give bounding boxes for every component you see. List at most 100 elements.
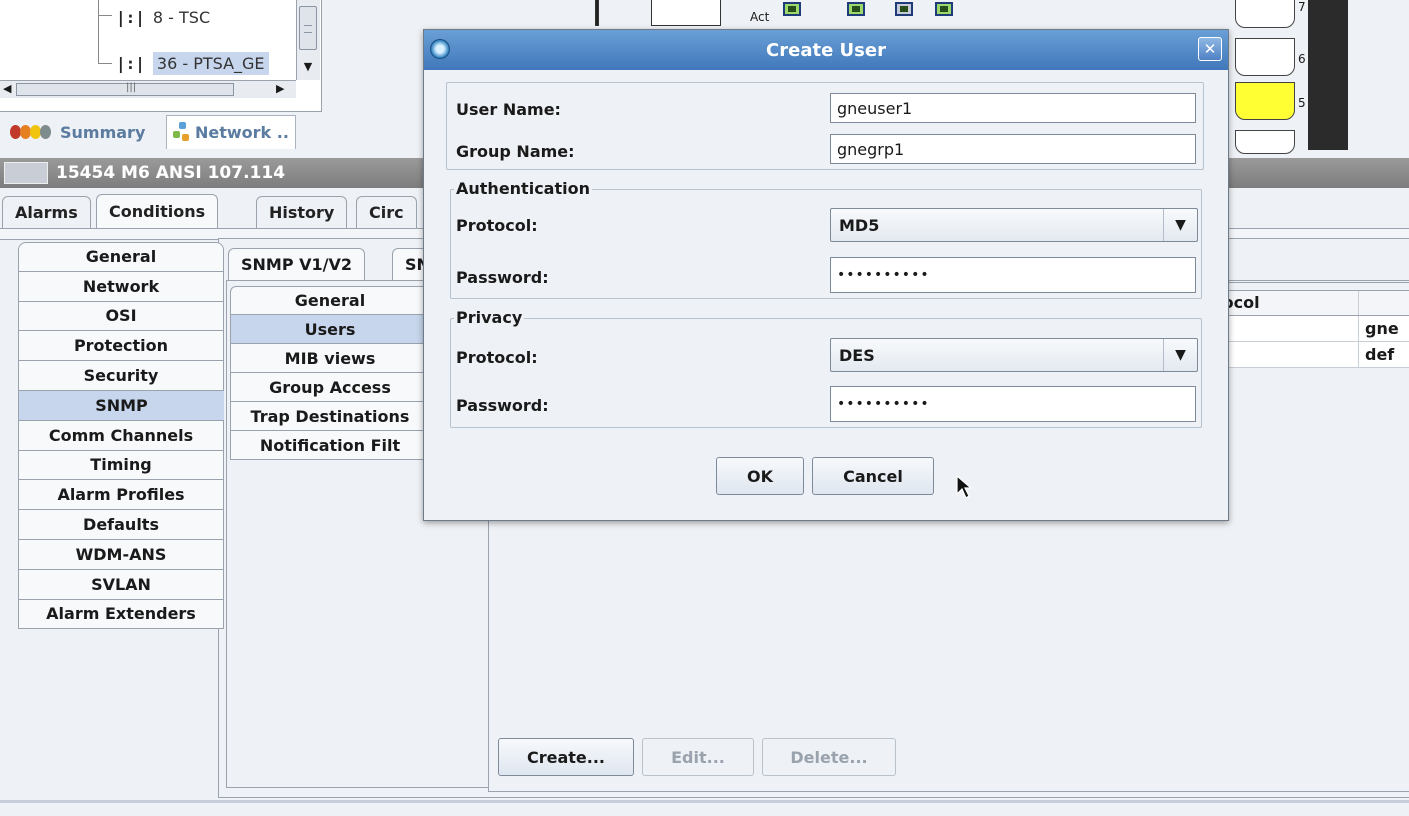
scroll-right-arrow-icon[interactable]: ▶ <box>276 82 284 95</box>
rack-port-number: 5 <box>1298 96 1306 110</box>
column-header[interactable] <box>1359 291 1371 315</box>
dialog-title-bar[interactable]: Create User ✕ <box>424 30 1228 70</box>
delete-button[interactable]: Delete... <box>762 738 896 776</box>
tab-network-label: Network .. <box>195 123 289 142</box>
authentication-legend: Authentication <box>454 179 592 198</box>
edit-button[interactable]: Edit... <box>642 738 754 776</box>
tab-history[interactable]: History <box>256 196 348 228</box>
prov-tab-comm-channels[interactable]: Comm Channels <box>18 420 224 451</box>
tree-connector <box>98 16 112 64</box>
tab-alarms[interactable]: Alarms <box>2 196 91 228</box>
tree-connector <box>98 0 112 16</box>
rack-port[interactable] <box>1235 38 1295 76</box>
users-table: tocol gne def <box>1208 290 1409 368</box>
alarm-summary-icon <box>10 125 54 139</box>
sub-tab-mib-views[interactable]: MIB views <box>230 344 430 373</box>
tree-item-label: 36 - PTSA_GE <box>152 51 269 75</box>
rack-side <box>1308 0 1348 150</box>
ok-button[interactable]: OK <box>716 457 804 495</box>
sub-tab-trap-destinations[interactable]: Trap Destinations <box>230 402 430 431</box>
priv-password-field[interactable]: •••••••••• <box>830 386 1196 422</box>
prov-tab-wdm-ans[interactable]: WDM-ANS <box>18 539 224 570</box>
node-tree-panel: |:| 8 - TSC |:| 36 - PTSA_GE ▼ ◀ ||| ▶ <box>0 0 322 112</box>
auth-protocol-select[interactable]: MD5 ▼ <box>830 208 1198 242</box>
prov-tab-svlan[interactable]: SVLAN <box>18 569 224 600</box>
prov-tab-alarm-extenders[interactable]: Alarm Extenders <box>18 599 224 630</box>
network-icon <box>173 121 191 144</box>
table-cell: def <box>1365 345 1395 364</box>
tree-vertical-scrollbar[interactable]: ▼ <box>296 0 320 80</box>
sub-tab-general[interactable]: General <box>230 286 430 315</box>
shelf-slot[interactable] <box>651 0 721 26</box>
prov-tab-security[interactable]: Security <box>18 361 224 391</box>
led-icon <box>895 2 913 16</box>
led-icon <box>783 2 801 16</box>
dialog-title: Create User <box>766 39 886 61</box>
shelf-divider <box>595 0 599 26</box>
prov-tab-snmp[interactable]: SNMP <box>18 390 224 421</box>
prov-tab-network[interactable]: Network <box>18 271 224 302</box>
table-row[interactable]: gne <box>1208 316 1409 342</box>
tab-summary[interactable]: Summary <box>10 115 145 149</box>
scroll-left-arrow-icon[interactable]: ◀ <box>3 82 11 95</box>
led-icon <box>847 2 865 16</box>
tree-item-8-tsc[interactable]: |:| 8 - TSC <box>116 0 210 34</box>
table-row[interactable]: def <box>1208 342 1409 368</box>
auth-password-field[interactable]: •••••••••• <box>830 257 1196 293</box>
prov-tab-protection[interactable]: Protection <box>18 331 224 362</box>
rack-port-number: 6 <box>1298 52 1306 66</box>
priv-protocol-select[interactable]: DES ▼ <box>830 338 1198 372</box>
group-name-label: Group Name: <box>456 142 575 161</box>
chevron-down-icon[interactable]: ▼ <box>1163 339 1197 371</box>
scroll-grip-icon: ||| <box>126 82 137 93</box>
close-icon[interactable]: ✕ <box>1198 37 1222 61</box>
rack-ports[interactable]: 7 6 5 <box>1225 0 1348 158</box>
sub-tab-notification-filters[interactable]: Notification Filt <box>230 431 430 460</box>
mouse-cursor-icon <box>956 474 973 499</box>
rack-port-selected[interactable] <box>1235 82 1295 120</box>
shelf-view[interactable]: Act <box>585 0 1245 30</box>
auth-protocol-value: MD5 <box>839 215 880 235</box>
tree-item-label: 8 - TSC <box>152 7 211 27</box>
provisioning-tabs: General Network OSI Protection Security … <box>18 242 224 630</box>
prov-tab-alarm-profiles[interactable]: Alarm Profiles <box>18 480 224 511</box>
act-label: Act <box>750 10 770 24</box>
app-icon <box>430 39 450 59</box>
sub-tab-users[interactable]: Users <box>230 315 430 344</box>
create-user-dialog: Create User ✕ User Name: gneuser1 Group … <box>423 29 1229 521</box>
tab-snmp-v1-v2[interactable]: SNMP V1/V2 <box>228 248 366 280</box>
sub-tab-group-access[interactable]: Group Access <box>230 373 430 402</box>
rack-port[interactable] <box>1235 130 1295 154</box>
group-name-field[interactable]: gnegrp1 <box>830 134 1196 164</box>
cancel-button[interactable]: Cancel <box>812 457 934 495</box>
column-header-protocol[interactable]: tocol <box>1209 291 1359 315</box>
create-button[interactable]: Create... <box>498 738 634 776</box>
user-name-field[interactable]: gneuser1 <box>830 93 1196 123</box>
table-cell: gne <box>1365 319 1399 338</box>
tab-network[interactable]: Network .. <box>166 115 296 149</box>
tree-horizontal-scrollbar[interactable]: ◀ ||| ▶ <box>0 80 296 98</box>
view-tabs: Summary Network .. <box>0 115 330 151</box>
auth-password-label: Password: <box>456 268 549 287</box>
prov-tab-defaults[interactable]: Defaults <box>18 510 224 540</box>
main-tabs: Alarms Conditions History Circ <box>0 194 430 230</box>
priv-protocol-label: Protocol: <box>456 348 538 367</box>
scroll-thumb[interactable] <box>299 6 317 50</box>
prov-tab-timing[interactable]: Timing <box>18 450 224 481</box>
priv-protocol-value: DES <box>839 345 875 365</box>
card-icon: |:| <box>116 53 145 73</box>
rack-port[interactable] <box>1235 0 1295 28</box>
rack-port-number: 7 <box>1298 0 1306 14</box>
chevron-down-icon[interactable]: ▼ <box>1163 209 1197 241</box>
tab-circuits[interactable]: Circ <box>356 196 417 228</box>
tab-conditions[interactable]: Conditions <box>96 194 219 228</box>
scroll-thumb[interactable] <box>16 83 234 96</box>
card-icon: |:| <box>116 7 145 27</box>
led-icon <box>935 2 953 16</box>
table-cell <box>1209 342 1359 367</box>
prov-tab-general[interactable]: General <box>18 242 224 272</box>
privacy-legend: Privacy <box>454 308 525 327</box>
prov-tab-osi[interactable]: OSI <box>18 301 224 332</box>
tree-item-36-ptsa-ge[interactable]: |:| 36 - PTSA_GE <box>116 46 269 80</box>
scroll-down-arrow-icon[interactable]: ▼ <box>299 56 317 78</box>
